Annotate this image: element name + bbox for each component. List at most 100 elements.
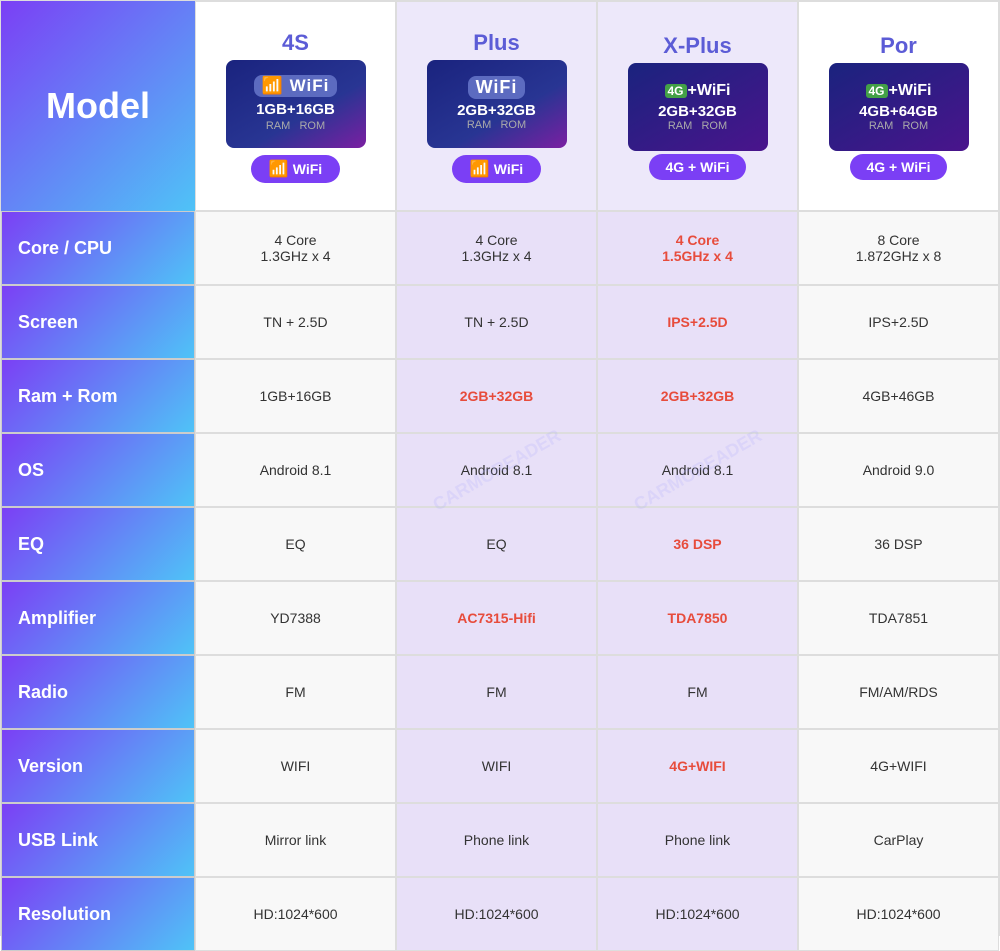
data-value-row5-col2: TDA7850 (668, 610, 728, 626)
data-cell-row8-col3: CarPlay (798, 803, 999, 877)
data-value-row8-col1: Phone link (464, 832, 529, 848)
model-text: Model (46, 85, 150, 127)
col-header-4s: 4S 📶 WiFi 1GB+16GB RAM ROM 📶 WiFi (195, 1, 396, 211)
data-cell-row2-col2: 2GB+32GB (597, 359, 798, 433)
data-cell-row5-col2: TDA7850 (597, 581, 798, 655)
data-cell-row3-col2: Android 8.1CARMOREADER (597, 433, 798, 507)
data-value-row3-col3: Android 9.0 (863, 462, 935, 478)
col-header-xplus: X-Plus 4G +WiFi 2GB+32GB RAM ROM 4G + Wi… (597, 1, 798, 211)
data-value-row0-col1: 4 Core 1.3GHz x 4 (461, 232, 531, 264)
data-cell-row4-col2: 36 DSP (597, 507, 798, 581)
device-4s: 📶 WiFi 1GB+16GB RAM ROM (226, 60, 366, 148)
data-value-row3-col2: Android 8.1 (662, 462, 734, 478)
data-cell-row4-col1: EQ (396, 507, 597, 581)
data-cell-row7-col0: WIFI (195, 729, 396, 803)
row-label-5: Amplifier (1, 581, 195, 655)
connectivity-xplus: 4G + WiFi (649, 154, 745, 180)
comparison-table: Model 4S 📶 WiFi 1GB+16GB RAM ROM 📶 WiFi … (0, 0, 1000, 936)
data-value-row8-col3: CarPlay (874, 832, 924, 848)
data-cell-row8-col0: Mirror link (195, 803, 396, 877)
data-value-row7-col2: 4G+WIFI (669, 758, 725, 774)
data-cell-row0-col2: 4 Core 1.5GHz x 4 (597, 211, 798, 285)
data-cell-row0-col1: 4 Core 1.3GHz x 4 (396, 211, 597, 285)
data-cell-row6-col1: FM (396, 655, 597, 729)
data-value-row4-col0: EQ (285, 536, 305, 552)
ramlabel-xplus: RAM ROM (668, 120, 727, 132)
data-cell-row9-col3: HD:1024*600 (798, 877, 999, 951)
data-cell-row8-col2: Phone link (597, 803, 798, 877)
data-value-row1-col2: IPS+2.5D (667, 314, 727, 330)
data-value-row2-col1: 2GB+32GB (460, 388, 534, 404)
ramlabel-plus: RAM ROM (467, 119, 526, 131)
row-label-9: Resolution (1, 877, 195, 951)
data-cell-row6-col0: FM (195, 655, 396, 729)
connectivity-4s: 📶 WiFi (251, 155, 340, 183)
data-cell-row1-col1: TN + 2.5D (396, 285, 597, 359)
row-label-4: EQ (1, 507, 195, 581)
device-plus: WiFi 2GB+32GB RAM ROM (427, 60, 567, 148)
data-cell-row8-col1: Phone link (396, 803, 597, 877)
device-por: 4G +WiFi 4GB+64GB RAM ROM (829, 63, 969, 151)
wifi-label-4s: 📶 WiFi (254, 75, 338, 97)
ramrom-por: 4GB+64GB (859, 103, 938, 120)
data-value-row4-col1: EQ (486, 536, 506, 552)
data-value-row6-col1: FM (486, 684, 506, 700)
data-value-row8-col0: Mirror link (265, 832, 326, 848)
row-label-2: Ram + Rom (1, 359, 195, 433)
data-value-row2-col3: 4GB+46GB (863, 388, 935, 404)
data-value-row7-col3: 4G+WIFI (870, 758, 926, 774)
data-value-row3-col1: Android 8.1 (461, 462, 533, 478)
data-cell-row5-col0: YD7388 (195, 581, 396, 655)
data-cell-row6-col3: FM/AM/RDS (798, 655, 999, 729)
data-cell-row1-col2: IPS+2.5D (597, 285, 798, 359)
ramrom-4s: 1GB+16GB (256, 100, 335, 120)
col-name-plus: Plus (473, 30, 519, 56)
data-value-row1-col3: IPS+2.5D (868, 314, 928, 330)
row-label-1: Screen (1, 285, 195, 359)
data-cell-row6-col2: FM (597, 655, 798, 729)
data-cell-row5-col3: TDA7851 (798, 581, 999, 655)
connectivity-plus: 📶 WiFi (452, 155, 541, 183)
col-header-plus: Plus WiFi 2GB+32GB RAM ROM 📶 WiFi (396, 1, 597, 211)
row-label-8: USB Link (1, 803, 195, 877)
data-cell-row7-col3: 4G+WIFI (798, 729, 999, 803)
data-cell-row1-col0: TN + 2.5D (195, 285, 396, 359)
data-cell-row3-col0: Android 8.1 (195, 433, 396, 507)
data-value-row6-col2: FM (687, 684, 707, 700)
data-value-row4-col3: 36 DSP (874, 536, 922, 552)
data-value-row1-col0: TN + 2.5D (263, 314, 327, 330)
data-value-row2-col0: 1GB+16GB (260, 388, 332, 404)
data-value-row9-col3: HD:1024*600 (856, 906, 940, 922)
data-value-row2-col2: 2GB+32GB (661, 388, 735, 404)
data-cell-row5-col1: AC7315-Hifi (396, 581, 597, 655)
col-header-por: Por 4G +WiFi 4GB+64GB RAM ROM 4G + WiFi (798, 1, 999, 211)
data-cell-row2-col1: 2GB+32GB (396, 359, 597, 433)
data-value-row0-col0: 4 Core 1.3GHz x 4 (260, 232, 330, 264)
col-name-por: Por (880, 33, 917, 59)
data-value-row3-col0: Android 8.1 (260, 462, 332, 478)
row-label-3: OS (1, 433, 195, 507)
data-value-row7-col0: WIFI (281, 758, 311, 774)
ramrom-xplus: 2GB+32GB (658, 103, 737, 120)
data-cell-row1-col3: IPS+2.5D (798, 285, 999, 359)
wifi-label-plus: WiFi (468, 76, 526, 99)
data-cell-row3-col3: Android 9.0 (798, 433, 999, 507)
data-value-row5-col1: AC7315-Hifi (457, 610, 536, 626)
data-cell-row4-col0: EQ (195, 507, 396, 581)
ramrom-plus: 2GB+32GB (457, 102, 536, 119)
data-value-row8-col2: Phone link (665, 832, 730, 848)
data-value-row9-col1: HD:1024*600 (454, 906, 538, 922)
ramlabel-4s: RAM ROM (266, 120, 325, 132)
data-value-row6-col3: FM/AM/RDS (859, 684, 938, 700)
data-cell-row2-col3: 4GB+46GB (798, 359, 999, 433)
data-value-row9-col0: HD:1024*600 (253, 906, 337, 922)
row-label-7: Version (1, 729, 195, 803)
col-name-xplus: X-Plus (663, 33, 731, 59)
data-cell-row9-col1: HD:1024*600 (396, 877, 597, 951)
data-cell-row0-col0: 4 Core 1.3GHz x 4 (195, 211, 396, 285)
data-value-row4-col2: 36 DSP (673, 536, 721, 552)
data-cell-row0-col3: 8 Core 1.872GHz x 8 (798, 211, 999, 285)
4gwifi-label-xplus: 4G +WiFi (665, 82, 731, 100)
data-value-row1-col1: TN + 2.5D (464, 314, 528, 330)
data-cell-row9-col2: HD:1024*600 (597, 877, 798, 951)
